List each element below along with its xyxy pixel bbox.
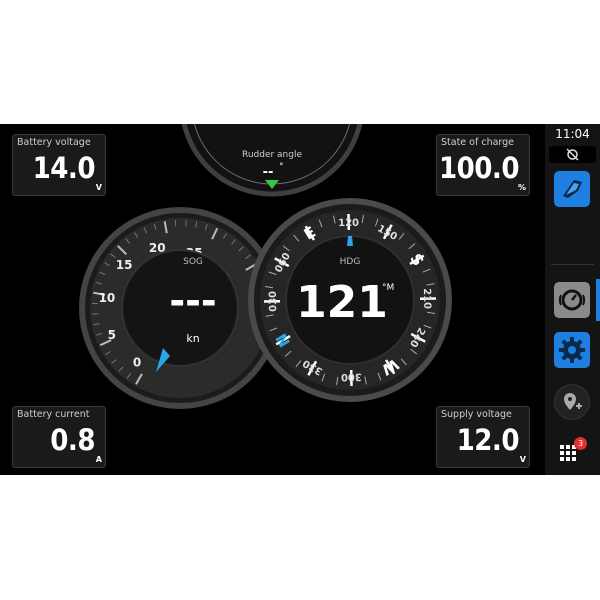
- mfd-screen: Rudder angle -- ° 051015202530 SOG --- k…: [0, 124, 600, 475]
- hdg-degree-label: 120: [338, 218, 359, 229]
- sog-scale-label: 15: [116, 258, 133, 272]
- hdg-degree-label: 030: [268, 291, 279, 312]
- battery-voltage-unit: V: [95, 183, 102, 192]
- rudder-angle-unit: °: [279, 162, 284, 172]
- supply-voltage-unit: V: [519, 455, 526, 464]
- state-of-charge-label: State of charge: [441, 137, 515, 148]
- apps-button[interactable]: 3: [557, 437, 587, 465]
- battery-voltage-label: Battery voltage: [17, 137, 91, 148]
- sidebar: 11:04 3: [545, 124, 600, 475]
- gear-icon: [559, 337, 585, 363]
- state-of-charge-value: 100.0: [438, 151, 520, 185]
- battery-current-label: Battery current: [17, 409, 90, 420]
- clock: 11:04: [555, 127, 590, 141]
- supply-voltage-label: Supply voltage: [441, 409, 512, 420]
- heading-indicator-icon: [347, 236, 353, 246]
- battery-current-value: 0.8: [50, 423, 95, 457]
- rudder-angle-value: --: [263, 165, 274, 180]
- battery-current-panel[interactable]: Battery current 0.8 A: [12, 406, 106, 468]
- sog-scale-label: 0: [133, 356, 141, 370]
- sog-unit: kn: [186, 332, 199, 345]
- chart-app-button[interactable]: [554, 171, 590, 207]
- sog-scale-label: 10: [99, 291, 116, 305]
- state-of-charge-panel[interactable]: State of charge 100.0 %: [436, 134, 530, 196]
- active-page-indicator: [596, 279, 600, 321]
- sidebar-divider: [551, 264, 594, 265]
- gauge-icon: [558, 289, 586, 311]
- sog-label: SOG: [183, 257, 203, 267]
- battery-current-unit: A: [95, 455, 102, 464]
- hdg-value: 121: [296, 277, 388, 328]
- waypoint-add-icon: [564, 393, 582, 410]
- heading-compass[interactable]: NESW030060120 150210240300330 HDG 121 °M: [248, 198, 452, 402]
- state-of-charge-unit: %: [517, 183, 526, 192]
- sog-scale-label: 5: [108, 328, 116, 342]
- hdg-unit: °M: [382, 283, 394, 293]
- hdg-degree-label: 210: [421, 288, 432, 309]
- apps-notification-badge: 3: [574, 437, 587, 450]
- battery-voltage-panel[interactable]: Battery voltage 14.0 V: [12, 134, 106, 196]
- gauge-page-button[interactable]: [554, 282, 590, 318]
- rudder-angle-label: Rudder angle: [242, 150, 303, 160]
- gps-status-icon[interactable]: [549, 146, 596, 163]
- battery-voltage-value: 14.0: [32, 151, 96, 185]
- rudder-angle-gauge[interactable]: Rudder angle -- °: [181, 124, 363, 197]
- supply-voltage-value: 12.0: [456, 423, 520, 457]
- settings-button[interactable]: [554, 332, 590, 368]
- hdg-label: HDG: [340, 257, 361, 267]
- sog-value: ---: [169, 279, 216, 323]
- add-waypoint-button[interactable]: [554, 384, 590, 420]
- hdg-degree-label: 300: [341, 371, 362, 382]
- supply-voltage-panel[interactable]: Supply voltage 12.0 V: [436, 406, 530, 468]
- chart-app-icon: [563, 180, 582, 198]
